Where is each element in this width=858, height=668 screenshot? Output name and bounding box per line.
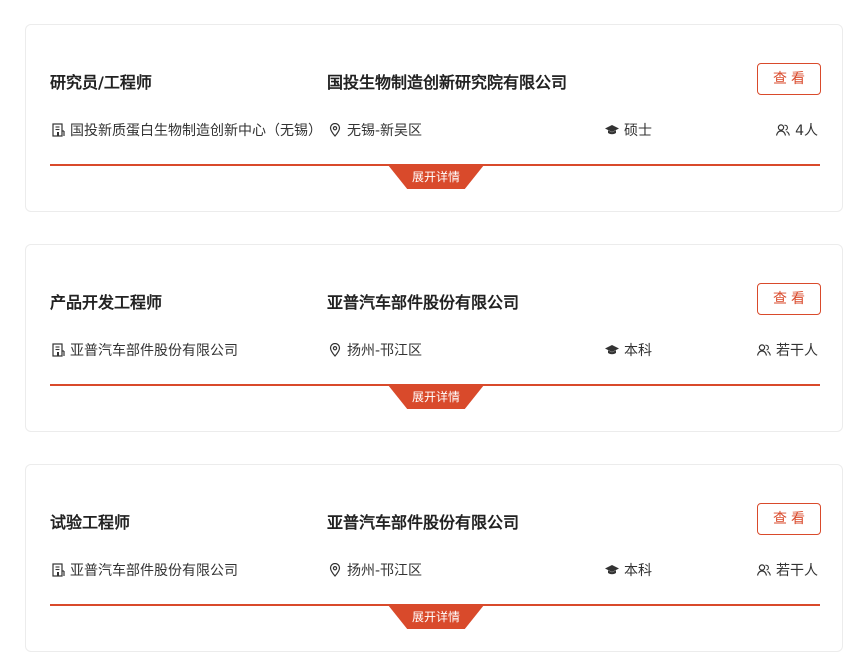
expand-details-button[interactable]: 展开详情 (388, 385, 484, 409)
org-text: 亚普汽车部件股份有限公司 (70, 343, 238, 359)
location-text: 无锡-新吴区 (347, 123, 423, 139)
job-title[interactable]: 产品开发工程师 (50, 289, 162, 313)
job-headcount: 若干人 (756, 560, 818, 580)
org-text: 国投新质蛋白生物制造创新中心（无锡） (70, 123, 322, 139)
view-button[interactable]: 查看 (757, 503, 821, 535)
job-headcount: 若干人 (756, 340, 818, 360)
job-location: 无锡-新吴区 (327, 120, 422, 140)
expand-details-button[interactable]: 展开详情 (388, 605, 484, 629)
graduation-cap-icon (604, 342, 620, 358)
job-location: 扬州-邗江区 (327, 560, 422, 580)
job-education: 本科 (604, 340, 652, 360)
job-headcount: 4人 (775, 120, 818, 140)
headcount-text: 若干人 (776, 563, 818, 579)
job-title[interactable]: 研究员/工程师 (50, 69, 152, 93)
company-name[interactable]: 亚普汽车部件股份有限公司 (327, 289, 519, 313)
headcount-text: 若干人 (776, 343, 818, 359)
view-button[interactable]: 查看 (757, 63, 821, 95)
building-icon (50, 342, 66, 358)
headcount-text: 4人 (795, 123, 818, 139)
location-pin-icon (327, 342, 343, 358)
graduation-cap-icon (604, 562, 620, 578)
job-list: 研究员/工程师 国投生物制造创新研究院有限公司 查看 国投新质蛋白生物制造创新中… (0, 0, 858, 668)
location-pin-icon (327, 122, 343, 138)
job-organization: 亚普汽车部件股份有限公司 (50, 560, 238, 580)
expand-details-button[interactable]: 展开详情 (388, 165, 484, 189)
org-text: 亚普汽车部件股份有限公司 (70, 563, 238, 579)
people-icon (756, 342, 772, 358)
building-icon (50, 122, 66, 138)
graduation-cap-icon (604, 122, 620, 138)
job-education: 本科 (604, 560, 652, 580)
company-name[interactable]: 亚普汽车部件股份有限公司 (327, 509, 519, 533)
education-text: 本科 (624, 343, 652, 359)
location-pin-icon (327, 562, 343, 578)
building-icon (50, 562, 66, 578)
job-card[interactable]: 产品开发工程师 亚普汽车部件股份有限公司 查看 亚普汽车部件股份有限公司 扬州-… (25, 244, 843, 432)
view-button[interactable]: 查看 (757, 283, 821, 315)
education-text: 本科 (624, 563, 652, 579)
job-organization: 亚普汽车部件股份有限公司 (50, 340, 238, 360)
people-icon (756, 562, 772, 578)
location-text: 扬州-邗江区 (347, 563, 423, 579)
job-location: 扬州-邗江区 (327, 340, 422, 360)
job-title[interactable]: 试验工程师 (50, 509, 130, 533)
education-text: 硕士 (624, 123, 652, 139)
location-text: 扬州-邗江区 (347, 343, 423, 359)
job-card[interactable]: 试验工程师 亚普汽车部件股份有限公司 查看 亚普汽车部件股份有限公司 扬州-邗江… (25, 464, 843, 652)
job-education: 硕士 (604, 120, 652, 140)
job-organization: 国投新质蛋白生物制造创新中心（无锡） (50, 120, 322, 140)
job-card[interactable]: 研究员/工程师 国投生物制造创新研究院有限公司 查看 国投新质蛋白生物制造创新中… (25, 24, 843, 212)
people-icon (775, 122, 791, 138)
company-name[interactable]: 国投生物制造创新研究院有限公司 (327, 69, 567, 93)
